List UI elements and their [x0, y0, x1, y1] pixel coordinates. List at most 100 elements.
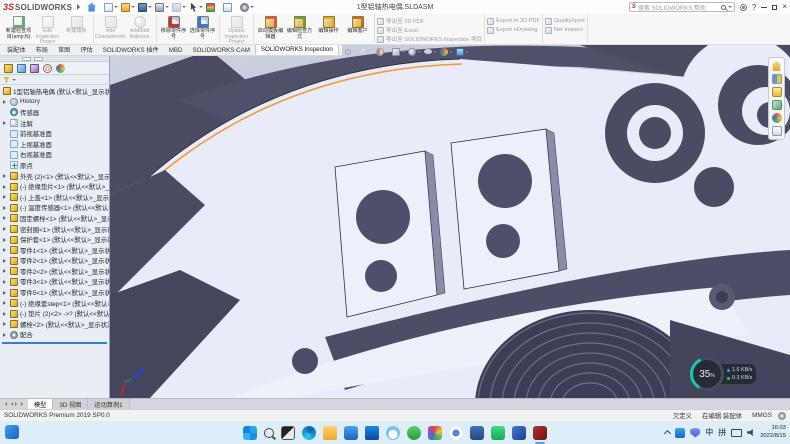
- expand-arrow-icon[interactable]: [3, 206, 8, 210]
- commandmanager-tab[interactable]: SOLIDWORKS 插件: [98, 44, 164, 55]
- ribbon-button[interactable]: Add/Edit Balloons: [125, 16, 154, 40]
- volume-icon[interactable]: [747, 429, 755, 437]
- dropdown-caret-icon[interactable]: [165, 6, 169, 10]
- 3d-model[interactable]: [110, 45, 790, 398]
- expand-arrow-icon[interactable]: [3, 322, 8, 326]
- ribbon-button[interactable]: 编辑检查方式: [285, 16, 314, 40]
- expand-arrow-icon[interactable]: [3, 269, 8, 273]
- expand-arrow-icon[interactable]: [3, 238, 8, 242]
- dropdown-caret-icon[interactable]: [250, 6, 254, 10]
- commandmanager-tab[interactable]: MBD: [164, 46, 188, 55]
- expand-arrow-icon[interactable]: [3, 195, 8, 199]
- appearances-scenes-icon[interactable]: [772, 113, 782, 123]
- display-style-icon[interactable]: [408, 48, 421, 56]
- ribbon-button[interactable]: 新建检查项目(amp;N): [4, 16, 33, 40]
- print-icon[interactable]: [155, 3, 169, 12]
- taskbar-clock[interactable]: 16:03 2022/8/15: [760, 425, 786, 439]
- tree-item[interactable]: 外壳 (2)<1> (默认<<默认>_显示状: [0, 171, 109, 182]
- ribbon-button[interactable]: 新建模板: [62, 16, 91, 35]
- ribbon-button[interactable]: 启动模板编辑器: [256, 16, 285, 40]
- document-tab[interactable]: 3D 视图: [53, 399, 88, 409]
- cast-icon[interactable]: [731, 429, 742, 437]
- edit-appearance-icon[interactable]: [440, 48, 453, 56]
- photos-icon[interactable]: [428, 426, 442, 440]
- select-icon[interactable]: [189, 3, 203, 12]
- new-document-icon[interactable]: [104, 3, 118, 12]
- tree-item[interactable]: 保护套<1> (默认<<默认>_显示状: [0, 234, 109, 245]
- tree-item[interactable]: 传感器: [0, 107, 109, 118]
- ribbon-button[interactable]: Update Inspection Project: [222, 16, 251, 46]
- tab-scroll-next-icon[interactable]: [15, 402, 19, 406]
- commandmanager-tab[interactable]: 装配体: [2, 44, 31, 55]
- options-icon[interactable]: [240, 3, 254, 12]
- ribbon-export-item[interactable]: Export eDrawing: [487, 26, 537, 34]
- configurationmanager-tab-icon[interactable]: [30, 64, 39, 73]
- file-properties-icon[interactable]: [223, 3, 237, 12]
- tree-item[interactable]: 配合: [0, 330, 109, 341]
- tree-item[interactable]: 右视基准面: [0, 150, 109, 161]
- docs-icon[interactable]: [470, 426, 484, 440]
- dropdown-caret-icon[interactable]: [114, 6, 118, 10]
- edge-icon[interactable]: [302, 426, 316, 440]
- dropdown-caret-icon[interactable]: [465, 51, 469, 55]
- tree-item[interactable]: (-) 上盖<1> (默认<<默认>_显示状: [0, 192, 109, 203]
- wechat-icon[interactable]: [407, 426, 421, 440]
- tree-item[interactable]: 零件5<1> (默认<<默认>_显示状态: [0, 287, 109, 298]
- task-view-button[interactable]: [281, 426, 295, 440]
- expand-arrow-icon[interactable]: [3, 121, 8, 125]
- section-view-icon[interactable]: [376, 48, 389, 56]
- dropdown-caret-icon[interactable]: [449, 51, 453, 55]
- tree-item[interactable]: (-) 绝缘套step<1> (默认<<默认>: [0, 298, 109, 309]
- home-icon[interactable]: [87, 3, 101, 12]
- tree-item[interactable]: 固定螺栓<1> (默认<<默认>_显示: [0, 213, 109, 224]
- expand-arrow-icon[interactable]: [3, 312, 8, 316]
- messenger-icon[interactable]: [491, 426, 505, 440]
- expand-arrow-icon[interactable]: [3, 280, 8, 284]
- expand-arrow-icon[interactable]: [3, 301, 8, 305]
- design-library-icon[interactable]: [772, 74, 782, 84]
- expand-arrow-icon[interactable]: [3, 248, 8, 252]
- ribbon-button[interactable]: Edit Inspection Project: [33, 16, 62, 46]
- status-options-icon[interactable]: [778, 412, 786, 420]
- tab-scroll-prev-icon[interactable]: [9, 402, 13, 406]
- commandmanager-tab[interactable]: SOLIDWORKS Inspection: [255, 44, 339, 55]
- tree-item[interactable]: 注解: [0, 118, 109, 129]
- ribbon-export-item[interactable]: 导出至 SOLIDWORKS Inspection 项目: [377, 35, 482, 43]
- file-explorer-icon[interactable]: [772, 87, 782, 97]
- close-button[interactable]: ×: [782, 3, 787, 11]
- tree-item[interactable]: History: [0, 97, 109, 108]
- graphics-area[interactable]: 35% 1.6 KB/s 0.3 KB/s: [110, 45, 790, 398]
- expand-arrow-icon[interactable]: [3, 174, 8, 178]
- tree-item[interactable]: 原点: [0, 160, 109, 171]
- zoom-area-icon[interactable]: [344, 48, 357, 56]
- tree-filter[interactable]: [0, 75, 109, 85]
- tray-expand-icon[interactable]: [664, 430, 671, 437]
- tab-scroll-first-icon[interactable]: [3, 402, 7, 406]
- ribbon-button[interactable]: 移除零件序号: [159, 16, 188, 40]
- dimxpertmanager-tab-icon[interactable]: [43, 64, 52, 73]
- tree-item[interactable]: (-) 绝缘垫片<1> (默认<<默认>_显: [0, 181, 109, 192]
- tree-item[interactable]: 前视基准面: [0, 128, 109, 139]
- dropdown-caret-icon[interactable]: [131, 6, 135, 10]
- dropdown-caret-icon[interactable]: [433, 51, 437, 55]
- expand-arrow-icon[interactable]: [3, 227, 8, 231]
- open-icon[interactable]: [121, 3, 135, 12]
- filter-caret-icon[interactable]: [12, 79, 16, 83]
- solidworks-taskbar-icon[interactable]: [533, 426, 547, 440]
- commandmanager-tab[interactable]: SOLIDWORKS CAM: [187, 46, 254, 55]
- onedrive-tray-icon[interactable]: [675, 428, 685, 438]
- rollback-bar[interactable]: [2, 342, 107, 344]
- store-icon[interactable]: [365, 426, 379, 440]
- tab-scroll-last-icon[interactable]: [21, 402, 25, 406]
- search-input[interactable]: S 搜索 SOLIDWORKS 帮助: [629, 2, 735, 12]
- view-settings-icon[interactable]: [456, 48, 469, 56]
- tree-item[interactable]: 零件1<1> (默认<<默认>_显示状态: [0, 245, 109, 256]
- tree-item[interactable]: 上视基准面: [0, 139, 109, 150]
- search-button[interactable]: [264, 428, 274, 438]
- tree-item[interactable]: 密封圈<1> (默认<<默认>_显示状: [0, 224, 109, 235]
- expand-arrow-icon[interactable]: [3, 185, 8, 189]
- view-orientation-icon[interactable]: [392, 48, 405, 56]
- menu-flyout-arrow-icon[interactable]: [77, 4, 83, 10]
- dropdown-caret-icon[interactable]: [417, 51, 421, 55]
- restore-button[interactable]: [772, 5, 777, 10]
